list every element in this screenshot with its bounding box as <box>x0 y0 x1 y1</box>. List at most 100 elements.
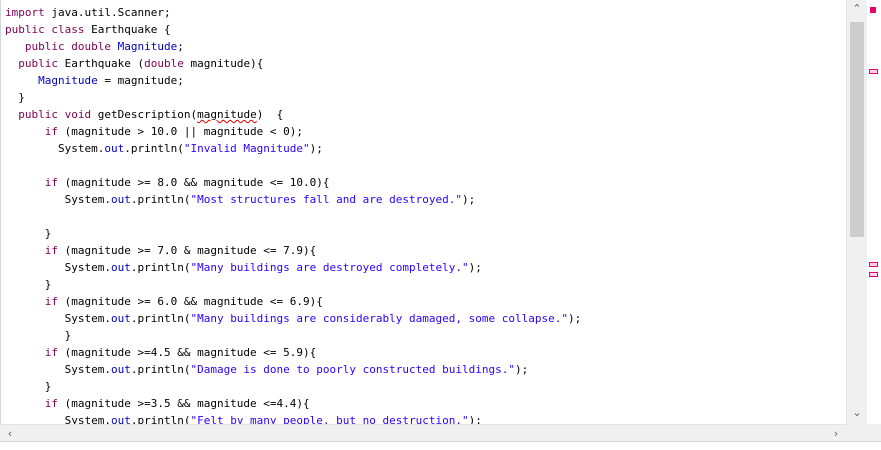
code-token: ); <box>309 142 323 155</box>
code-token: "Many buildings are considerably damaged… <box>190 312 568 325</box>
code-line[interactable]: if (magnitude >= 6.0 && magnitude <= 6.9… <box>5 293 323 310</box>
code-token: out <box>110 363 131 376</box>
code-token: } <box>5 91 25 104</box>
code-line[interactable]: if (magnitude > 10.0 || magnitude < 0); <box>5 123 303 140</box>
occurrence-marker[interactable] <box>869 262 878 267</box>
code-token: if <box>44 176 58 189</box>
code-token: class <box>51 23 85 36</box>
code-token: java.util.Scanner; <box>44 6 171 19</box>
code-token: .println( <box>130 261 191 274</box>
code-token: System. <box>5 363 111 376</box>
code-line[interactable]: if (magnitude >=4.5 && magnitude <= 5.9)… <box>5 344 317 361</box>
code-token: out <box>110 261 131 274</box>
code-token: if <box>44 397 58 410</box>
code-line[interactable]: public Earthquake (double magnitude){ <box>5 55 263 72</box>
code-token: if <box>44 295 58 308</box>
horizontal-scrollbar[interactable]: ‹ › <box>0 424 846 442</box>
code-token: ); <box>468 414 482 424</box>
code-editor[interactable]: import java.util.Scanner; public class Ea… <box>0 0 881 450</box>
code-line[interactable]: public void getDescription(magnitude) { <box>5 106 283 123</box>
code-token: out <box>110 312 131 325</box>
code-token: .println( <box>130 363 191 376</box>
code-token: (magnitude >= 6.0 && magnitude <= 6.9){ <box>58 295 323 308</box>
code-line[interactable]: if (magnitude >= 7.0 & magnitude <= 7.9)… <box>5 242 317 259</box>
code-token: out <box>110 193 131 206</box>
code-token: Magnitude <box>38 74 98 87</box>
code-line[interactable]: } <box>5 276 52 293</box>
overview-ruler[interactable] <box>867 0 881 424</box>
code-token: ); <box>514 363 529 376</box>
code-token: out <box>104 142 125 155</box>
occurrence-marker[interactable] <box>869 272 878 277</box>
code-token: if <box>44 346 58 359</box>
code-token: (magnitude >= 7.0 & magnitude <= 7.9){ <box>58 244 317 257</box>
code-line[interactable]: } <box>5 327 72 344</box>
code-token: if <box>44 125 58 138</box>
code-token: System. <box>5 261 111 274</box>
error-indicator-icon[interactable] <box>870 7 876 13</box>
code-token: ); <box>468 261 482 274</box>
scroll-left-icon[interactable]: ‹ <box>0 425 20 442</box>
code-line[interactable]: System.out.println("Many buildings are c… <box>5 310 582 327</box>
code-token: } <box>5 227 52 240</box>
code-token: if <box>44 244 58 257</box>
code-line[interactable]: import java.util.Scanner; <box>5 4 171 21</box>
code-token: .println( <box>130 414 191 424</box>
code-token: "Damage is done to poorly constructed bu… <box>190 363 515 376</box>
code-line[interactable]: System.out.println("Most structures fall… <box>5 191 476 208</box>
code-token: import <box>5 6 45 19</box>
error-token: magnitude <box>197 108 257 121</box>
code-token: magnitude){ <box>183 57 264 70</box>
code-token: (magnitude > 10.0 || magnitude < 0); <box>58 125 304 138</box>
code-line[interactable]: System.out.println("Many buildings are d… <box>5 259 482 276</box>
code-line[interactable]: } <box>5 378 52 395</box>
code-line[interactable]: if (magnitude >=3.5 && magnitude <=4.4){ <box>5 395 310 412</box>
code-token: public <box>5 23 45 36</box>
code-line[interactable]: public class Earthquake { <box>5 21 171 38</box>
code-line[interactable]: System.out.println("Felt by many people,… <box>5 412 482 424</box>
code-token: .println( <box>130 193 191 206</box>
scroll-up-icon[interactable]: ⌃ <box>847 0 867 18</box>
scroll-down-icon[interactable]: ⌄ <box>847 404 867 422</box>
code-token: System. <box>5 414 111 424</box>
code-line[interactable]: } <box>5 89 25 106</box>
code-token: public <box>18 108 58 121</box>
code-token: "Many buildings are destroyed completely… <box>190 261 469 274</box>
code-token: .println( <box>130 312 191 325</box>
code-token: } <box>5 278 52 291</box>
code-token: ; <box>177 40 184 53</box>
code-token: Magnitude <box>117 40 178 53</box>
code-token: Earthquake { <box>84 23 171 36</box>
code-token: = magnitude; <box>97 74 184 87</box>
code-line[interactable]: System.out.println("Invalid Magnitude"); <box>5 140 323 157</box>
code-token: (magnitude >=3.5 && magnitude <=4.4){ <box>58 397 310 410</box>
code-token: "Invalid Magnitude" <box>183 142 310 155</box>
scrollbar-corner <box>846 424 881 441</box>
code-token: ); <box>567 312 582 325</box>
code-line[interactable]: public double Magnitude; <box>5 38 184 55</box>
code-line[interactable]: Magnitude = magnitude; <box>5 72 184 89</box>
vertical-scroll-thumb[interactable] <box>850 22 864 237</box>
code-line[interactable]: System.out.println("Damage is done to po… <box>5 361 529 378</box>
code-line[interactable]: } <box>5 225 52 242</box>
code-token: double <box>71 40 111 53</box>
code-text-area[interactable]: import java.util.Scanner; public class Ea… <box>0 0 847 424</box>
code-token: ); <box>461 193 476 206</box>
code-token: out <box>110 414 131 424</box>
vertical-scrollbar[interactable]: ⌃ ⌄ <box>846 0 867 424</box>
code-token: Earthquake ( <box>58 57 145 70</box>
scroll-right-icon[interactable]: › <box>826 425 846 442</box>
occurrence-marker[interactable] <box>869 69 878 74</box>
code-line[interactable]: if (magnitude >= 8.0 && magnitude <= 10.… <box>5 174 330 191</box>
